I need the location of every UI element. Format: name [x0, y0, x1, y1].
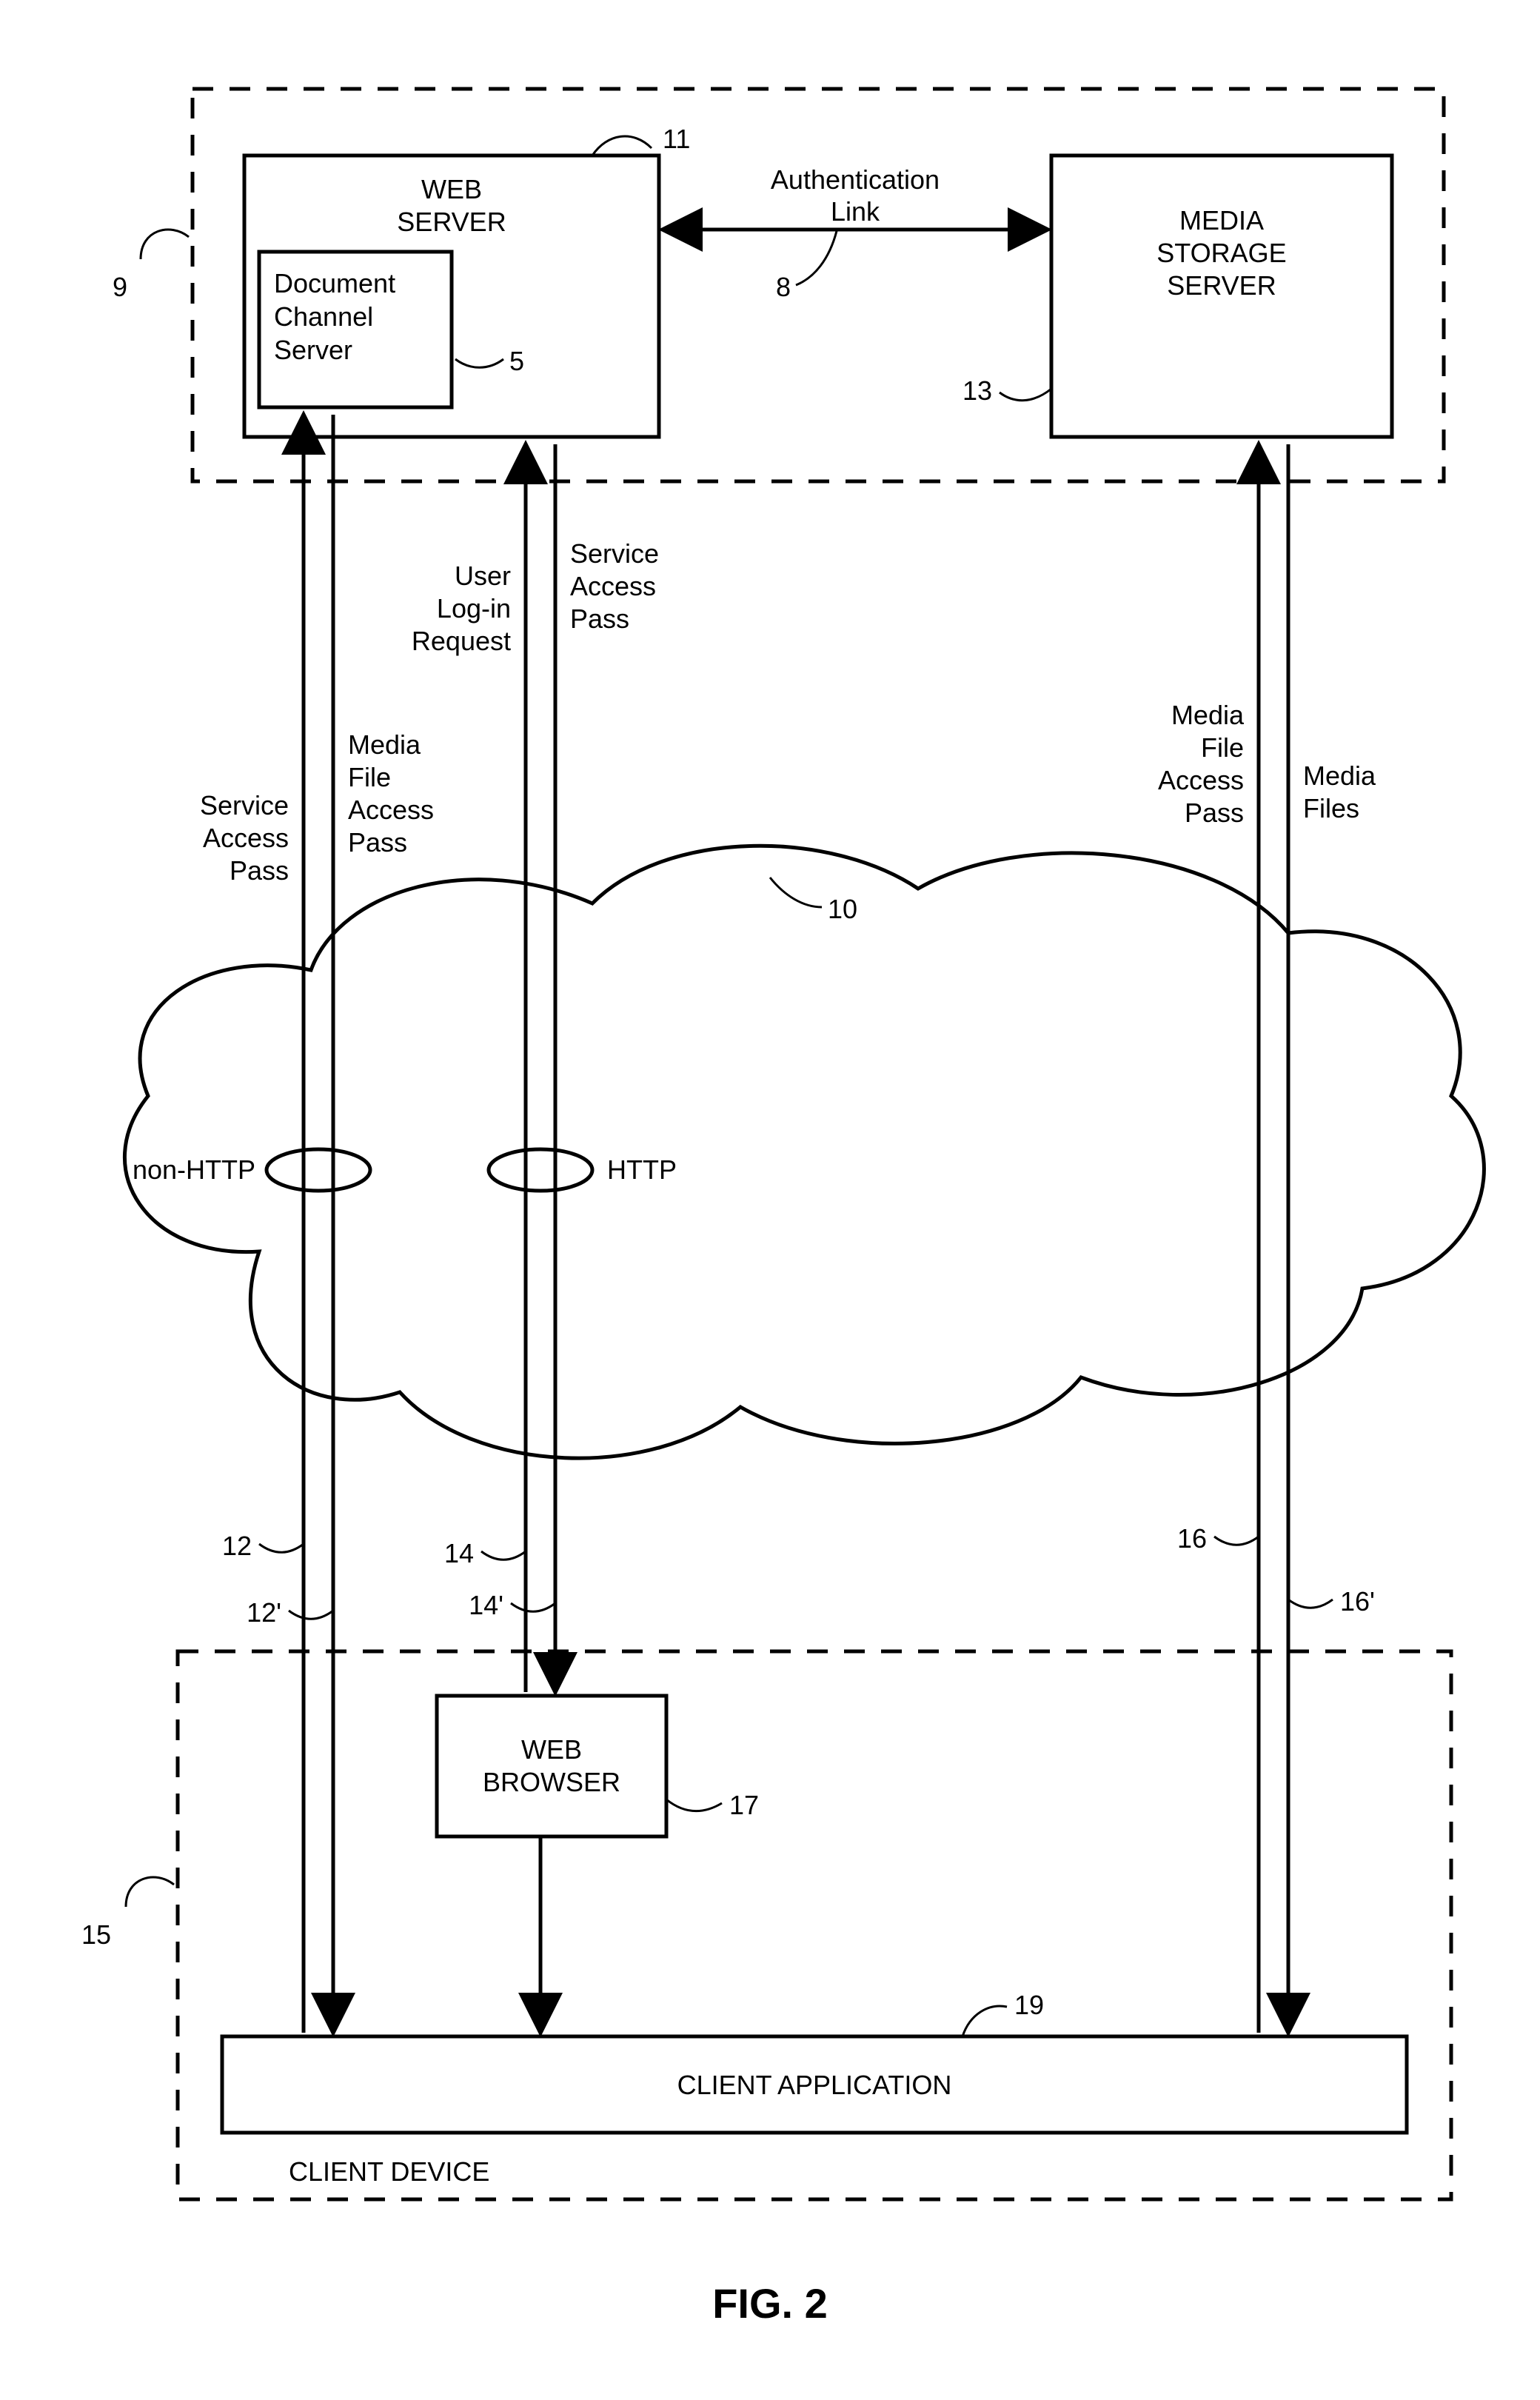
web-browser-label-2: BROWSER: [483, 1767, 620, 1797]
ref-17-leader: [666, 1799, 722, 1811]
ref-11-leader: [592, 136, 652, 156]
left-up-label-2: Access: [203, 823, 289, 853]
mid-up-label-1: User: [455, 561, 511, 591]
media-server-label-1: MEDIA: [1179, 205, 1264, 235]
ref-12p-leader: [289, 1611, 333, 1619]
web-server-label-2: SERVER: [397, 207, 506, 237]
left-up-label-3: Pass: [230, 855, 289, 886]
mid-dn-label-1: Service: [570, 538, 659, 569]
ref-9: 9: [113, 272, 127, 302]
ref-13: 13: [962, 375, 992, 406]
ref-16: 16: [1177, 1523, 1207, 1554]
ref-5: 5: [509, 346, 524, 376]
auth-link-label-1: Authentication: [771, 164, 940, 195]
left-dn-label-4: Pass: [348, 827, 407, 858]
right-up-label-2: File: [1201, 732, 1244, 763]
media-server-label-3: SERVER: [1167, 270, 1276, 301]
left-up-label-1: Service: [200, 790, 289, 820]
left-dn-label-2: File: [348, 762, 391, 792]
ref-12p: 12': [247, 1597, 281, 1628]
ref-10-leader: [770, 878, 822, 907]
ref-11: 11: [663, 124, 690, 154]
client-device-label: CLIENT DEVICE: [289, 2156, 489, 2187]
left-dn-label-1: Media: [348, 729, 421, 760]
mid-dn-label-2: Access: [570, 571, 656, 601]
web-browser-label-1: WEB: [521, 1734, 582, 1765]
ref-16p: 16': [1340, 1586, 1375, 1617]
ref-9-leader: [141, 230, 189, 259]
client-app-label: CLIENT APPLICATION: [677, 2070, 952, 2100]
right-up-label-4: Pass: [1185, 798, 1244, 828]
mid-dn-label-3: Pass: [570, 604, 629, 634]
doc-channel-label-2: Channel: [274, 301, 373, 332]
auth-link-label-2: Link: [831, 196, 880, 227]
ref-8-leader: [796, 231, 837, 285]
ref-19-leader: [962, 2006, 1007, 2036]
diagram-root: 9 WEB SERVER 11 Document Channel Server …: [0, 0, 1540, 2400]
non-http-label: non-HTTP: [133, 1154, 255, 1185]
network-cloud: [124, 846, 1484, 1458]
web-server-label-1: WEB: [421, 174, 482, 204]
right-dn-label-2: Files: [1303, 793, 1359, 823]
ref-10: 10: [828, 894, 857, 924]
web-browser-box: [437, 1696, 666, 1836]
ref-15: 15: [81, 1919, 111, 1950]
ref-13-leader: [1000, 389, 1051, 401]
non-http-ellipse: [267, 1149, 370, 1191]
ref-16p-leader: [1288, 1600, 1333, 1608]
left-dn-label-3: Access: [348, 795, 434, 825]
right-up-label-1: Media: [1171, 700, 1245, 730]
ref-15-leader: [126, 1877, 174, 1907]
ref-14p: 14': [469, 1590, 503, 1620]
ref-14p-leader: [511, 1603, 555, 1611]
mid-up-label-3: Request: [412, 626, 511, 656]
ref-14: 14: [444, 1538, 474, 1568]
media-server-label-2: STORAGE: [1156, 238, 1286, 268]
ref-12-leader: [259, 1544, 304, 1552]
ref-17: 17: [729, 1790, 759, 1820]
right-dn-label-1: Media: [1303, 761, 1376, 791]
right-up-label-3: Access: [1158, 765, 1244, 795]
ref-19: 19: [1014, 1990, 1044, 2020]
doc-channel-label-1: Document: [274, 268, 395, 298]
ref-8: 8: [776, 272, 791, 302]
figure-label: FIG. 2: [712, 2280, 828, 2327]
doc-channel-label-3: Server: [274, 335, 352, 365]
ref-16-leader: [1214, 1537, 1259, 1545]
http-ellipse: [489, 1149, 592, 1191]
ref-12: 12: [222, 1531, 252, 1561]
mid-up-label-2: Log-in: [437, 593, 511, 624]
ref-14-leader: [481, 1551, 526, 1560]
http-label: HTTP: [607, 1154, 677, 1185]
